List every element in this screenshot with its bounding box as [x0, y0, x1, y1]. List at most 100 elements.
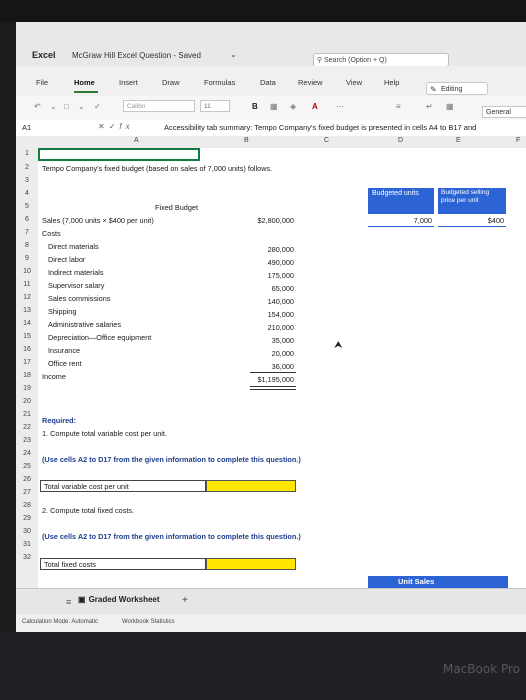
row-header[interactable]: 6: [16, 216, 38, 223]
app-name[interactable]: Excel: [32, 50, 56, 60]
row-header[interactable]: 26: [16, 476, 38, 483]
font-color-icon[interactable]: A: [312, 102, 318, 111]
workbook-statistics[interactable]: Workbook Statistics: [122, 619, 175, 625]
row-header[interactable]: 27: [16, 489, 38, 496]
merge-icon[interactable]: ▦: [446, 102, 454, 111]
document-title[interactable]: McGraw Hill Excel Question - Saved: [72, 51, 201, 60]
row-header[interactable]: 15: [16, 333, 38, 340]
font-size-select[interactable]: 11: [200, 100, 230, 112]
align-icon[interactable]: ≡: [396, 102, 401, 111]
chevron-down-icon[interactable]: ⌄: [78, 102, 85, 111]
tab-file[interactable]: File: [36, 78, 48, 87]
sum-underline: [250, 372, 296, 373]
row-header[interactable]: 4: [16, 190, 38, 197]
total-fixed-costs-input[interactable]: [206, 558, 296, 570]
cost-value: 65,000: [271, 284, 294, 293]
costs-label: Costs: [42, 229, 61, 238]
row-header[interactable]: 25: [16, 463, 38, 470]
editing-label: Editing: [441, 86, 463, 93]
row-header[interactable]: 30: [16, 528, 38, 535]
add-sheet-button[interactable]: +: [182, 595, 188, 606]
row-header[interactable]: 11: [16, 281, 38, 288]
total-variable-cost-input[interactable]: [206, 480, 296, 492]
tab-formulas[interactable]: Formulas: [204, 78, 235, 87]
editing-mode-button[interactable]: ✎ Editing: [426, 82, 488, 95]
sheet-tab-graded-worksheet[interactable]: ▣ Graded Worksheet: [78, 595, 160, 604]
cost-value: 154,000: [267, 310, 294, 319]
function-icon[interactable]: fx: [119, 122, 133, 131]
column-header-b[interactable]: B: [244, 137, 249, 144]
price-value: $400: [487, 216, 504, 225]
row-header[interactable]: 12: [16, 294, 38, 301]
close-icon[interactable]: ✕: [98, 122, 109, 131]
clipboard-icon[interactable]: □: [64, 102, 69, 111]
chevron-down-icon[interactable]: ⌄: [50, 102, 57, 111]
tab-review[interactable]: Review: [298, 78, 323, 87]
column-header-f[interactable]: F: [516, 137, 520, 144]
row-header[interactable]: 1: [16, 150, 38, 157]
tab-data[interactable]: Data: [260, 78, 276, 87]
selected-cell[interactable]: [38, 148, 200, 161]
row-header[interactable]: 16: [16, 346, 38, 353]
column-header-c[interactable]: C: [324, 137, 329, 144]
borders-icon[interactable]: ▦: [270, 102, 278, 111]
worksheet-grid[interactable]: Tempo Company's fixed budget (based on s…: [38, 148, 526, 588]
row-header[interactable]: 31: [16, 541, 38, 548]
formula-input[interactable]: Accessibility tab summary: Tempo Company…: [164, 123, 476, 132]
format-painter-icon[interactable]: ✓: [94, 102, 101, 111]
row-header[interactable]: 32: [16, 554, 38, 561]
income-label: Income: [42, 372, 66, 381]
tab-view[interactable]: View: [346, 78, 362, 87]
sheet-list-icon[interactable]: ≡: [66, 597, 71, 607]
tab-help[interactable]: Help: [384, 78, 399, 87]
name-box[interactable]: A1: [22, 123, 31, 132]
row-header[interactable]: 3: [16, 177, 38, 184]
cost-label: Direct materials: [48, 242, 99, 251]
tab-draw[interactable]: Draw: [162, 78, 180, 87]
row-header[interactable]: 10: [16, 268, 38, 275]
row-header[interactable]: 18: [16, 372, 38, 379]
row-header[interactable]: 8: [16, 242, 38, 249]
cost-value: 36,000: [271, 362, 294, 371]
search-input[interactable]: ⚲ Search (Option + Q): [313, 53, 449, 67]
column-header-a[interactable]: A: [134, 137, 139, 144]
row-header[interactable]: 14: [16, 320, 38, 327]
row-header[interactable]: 5: [16, 203, 38, 210]
row-header[interactable]: 24: [16, 450, 38, 457]
row-header[interactable]: 19: [16, 385, 38, 392]
row-header[interactable]: 7: [16, 229, 38, 236]
check-icon[interactable]: ✓: [109, 122, 120, 131]
row-header[interactable]: 21: [16, 411, 38, 418]
tab-insert[interactable]: Insert: [119, 78, 138, 87]
cost-label: Supervisor salary: [48, 281, 105, 290]
question-1: 1. Compute total variable cost per unit.: [42, 429, 167, 438]
undo-icon[interactable]: ↶: [34, 102, 41, 111]
row-header[interactable]: 28: [16, 502, 38, 509]
formula-bar: A1 ✕✓fx Accessibility tab summary: Tempo…: [16, 120, 526, 137]
column-header-e[interactable]: E: [456, 137, 461, 144]
cost-value: 210,000: [267, 323, 294, 332]
budgeted-price-header: Budgeted selling price per unit: [441, 189, 490, 204]
row-header[interactable]: 13: [16, 307, 38, 314]
number-format-select[interactable]: General: [482, 106, 526, 118]
fill-color-icon[interactable]: ◈: [290, 102, 296, 111]
cost-label: Indirect materials: [48, 268, 104, 277]
chevron-down-icon[interactable]: ⌄: [230, 50, 237, 59]
cost-value: 175,000: [267, 271, 294, 280]
more-options-icon[interactable]: ⋯: [336, 102, 344, 111]
row-header[interactable]: 29: [16, 515, 38, 522]
wrap-text-icon[interactable]: ↵: [426, 102, 433, 111]
bold-button[interactable]: B: [252, 102, 258, 111]
cost-label: Insurance: [48, 346, 81, 355]
column-header-d[interactable]: D: [398, 137, 403, 144]
row-header[interactable]: 23: [16, 437, 38, 444]
font-name-select[interactable]: Calibri: [123, 100, 195, 112]
tab-home[interactable]: Home: [74, 78, 95, 87]
total-variable-cost-label: Total variable cost per unit: [44, 482, 129, 491]
calculation-mode[interactable]: Calculation Mode: Automatic: [22, 619, 98, 625]
row-header[interactable]: 2: [16, 164, 38, 171]
row-header[interactable]: 17: [16, 359, 38, 366]
row-header[interactable]: 22: [16, 424, 38, 431]
row-header[interactable]: 20: [16, 398, 38, 405]
row-header[interactable]: 9: [16, 255, 38, 262]
